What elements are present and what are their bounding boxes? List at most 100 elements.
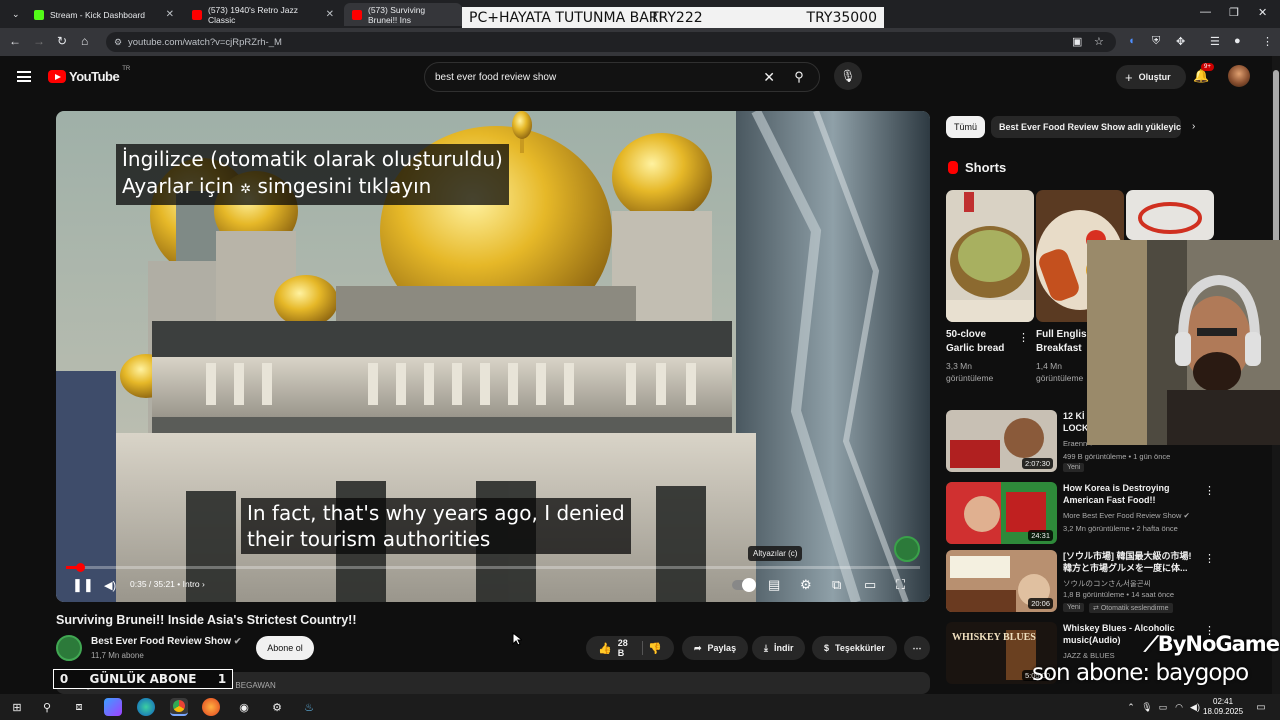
miniplayer-icon[interactable]: ⧉ [832, 577, 841, 593]
steam-icon[interactable]: ♨ [300, 698, 318, 716]
short-more-icon[interactable]: ⋮ [1018, 331, 1029, 344]
reload-icon[interactable]: ↻ [57, 34, 67, 48]
channel-avatar[interactable] [56, 635, 82, 661]
speaker-icon[interactable]: ◀) [1186, 698, 1204, 716]
search-box[interactable]: best ever food review show ✕ ⚲ [424, 62, 820, 92]
url-field[interactable]: ⚙ youtube.com/watch?v=cjRpRZrh-_M [106, 32, 1116, 52]
channel-watermark[interactable] [894, 536, 920, 562]
video-thumbnail[interactable]: 20:06 [946, 550, 1057, 612]
rec-meta: 3,2 Mn görüntüleme • 2 hafta önce [1063, 524, 1178, 533]
autoplay-toggle[interactable] [732, 578, 756, 592]
clear-search-icon[interactable]: ✕ [763, 69, 775, 86]
tab-kick-dashboard[interactable]: Stream - Kick Dashboard ✕ [26, 3, 182, 26]
like-count[interactable]: 28 B [618, 638, 630, 658]
short-title[interactable]: 50-clove Garlic bread [946, 328, 1004, 356]
progress-scrubber[interactable] [76, 563, 85, 572]
media-controls-icon[interactable]: ☰ [1210, 35, 1220, 48]
extensions-puzzle-icon[interactable]: ✥ [1176, 35, 1185, 48]
verified-check-icon: ✔ [1183, 511, 1190, 520]
thumbs-down-icon[interactable]: 👎 [648, 642, 662, 655]
chrome-icon[interactable] [170, 698, 188, 716]
subtitles-icon[interactable]: ▤ [768, 577, 780, 593]
voice-search-mic-icon[interactable]: 🎙 [834, 62, 862, 90]
pause-icon[interactable]: ❚❚ [72, 577, 94, 593]
thumbs-up-icon[interactable]: 👍 [598, 642, 612, 655]
close-window-icon[interactable]: ✕ [1258, 6, 1267, 19]
video-thumbnail[interactable]: 2:07:30 [946, 410, 1057, 472]
short-thumbnail-pizza[interactable] [1126, 190, 1214, 240]
copilot-icon[interactable] [104, 698, 122, 716]
like-dislike-group: 👍 28 B 👎 [586, 636, 674, 660]
theater-mode-icon[interactable]: ▭ [864, 577, 876, 593]
task-view-icon[interactable]: ⧈ [70, 698, 88, 716]
create-button[interactable]: + Oluştur [1116, 65, 1186, 89]
restore-icon[interactable]: ❐ [1229, 6, 1239, 19]
search-input[interactable]: best ever food review show [435, 72, 556, 83]
download-button[interactable]: ⤓ İndir [752, 636, 806, 660]
notification-center-icon[interactable]: ▭ [1252, 698, 1270, 716]
kick-favicon-icon [34, 9, 44, 20]
rec-title[interactable]: How Korea is Destroying American Fast Foo… [1063, 482, 1203, 506]
youtube-logo[interactable]: YouTube TR [48, 66, 130, 84]
close-tab-icon[interactable]: ✕ [166, 9, 174, 20]
account-avatar[interactable] [1228, 65, 1250, 87]
notifications-bell-icon[interactable]: 🔔 9+ [1193, 63, 1214, 84]
subscriber-count: 11,7 Mn abone [91, 651, 144, 660]
tab-list-button[interactable]: ⌄ [4, 3, 22, 26]
chapter-label[interactable]: • Intro [177, 579, 199, 589]
forward-icon[interactable]: → [33, 34, 45, 48]
rec-more-icon[interactable]: ⋮ [1204, 484, 1215, 497]
back-icon[interactable]: ← [9, 34, 21, 48]
progress-bar[interactable] [66, 563, 920, 572]
tab-surviving-brunei[interactable]: (573) Surviving Brunei!! Ins [344, 3, 462, 26]
rec-title[interactable]: [ソウル市場] 韓国最大級の市場! 韓方と市場グルメを一度に体... [1063, 550, 1203, 574]
recommended-video[interactable]: 20:06 [ソウル市場] 韓国最大級の市場! 韓方と市場グルメを一度に体... … [946, 550, 1266, 613]
last-subscriber-overlay: son abone: baygopo [1032, 660, 1249, 686]
firefox-icon[interactable] [202, 698, 220, 716]
fullscreen-icon[interactable]: ⛶ [896, 577, 905, 593]
thanks-button[interactable]: $ Teşekkürler [812, 636, 897, 660]
video-title: Surviving Brunei!! Inside Asia's Stricte… [56, 613, 357, 627]
system-clock[interactable]: 02:41 18.09.2025 [1203, 697, 1243, 717]
short-title[interactable]: Full Englis Breakfast [1036, 328, 1087, 356]
short-thumbnail-garlic-bread[interactable] [946, 190, 1034, 322]
rec-channel[interactable]: More Best Ever Food Review Show ✔ [1063, 510, 1190, 521]
chip-channel-uploads[interactable]: Best Ever Food Review Show adlı yükleyic… [991, 116, 1181, 138]
settings-icon[interactable]: ⚙ [800, 577, 812, 593]
close-tab-icon[interactable]: ✕ [326, 9, 334, 20]
home-icon[interactable]: ⌂ [81, 34, 88, 48]
search-icon[interactable]: ⚲ [779, 63, 819, 91]
thumb-text: WHISKEY BLUES [952, 632, 1036, 643]
edge-icon[interactable] [137, 698, 155, 716]
search-taskbar-icon[interactable]: ⚲ [38, 698, 56, 716]
menu-hamburger-icon[interactable] [17, 71, 31, 82]
minimize-icon[interactable]: — [1200, 6, 1211, 18]
rec-meta: 499 B görüntüleme • 1 gün önce [1063, 452, 1171, 461]
video-thumbnail[interactable]: 24:31 [946, 482, 1057, 544]
tab-retro-jazz[interactable]: (573) 1940's Retro Jazz Classic ✕ [184, 3, 342, 26]
obs-icon[interactable]: ◉ [235, 698, 253, 716]
rec-channel[interactable]: ソウルのコンさん서울곤씨 [1063, 578, 1151, 589]
extension-audio-icon[interactable]: ◖ [1128, 35, 1135, 47]
browser-menu-icon[interactable]: ⋮ [1262, 35, 1273, 48]
share-button[interactable]: ➦ Paylaş [682, 636, 749, 660]
chips-next-chevron-icon[interactable]: › [1192, 121, 1195, 132]
volume-icon[interactable]: ◀) [104, 579, 116, 592]
site-info-icon[interactable]: ⚙ [114, 37, 122, 48]
shield-extension-icon[interactable]: ⛨ [1152, 35, 1160, 48]
chip-all[interactable]: Tümü [946, 116, 986, 138]
rec-more-icon[interactable]: ⋮ [1204, 552, 1215, 565]
channel-name[interactable]: Best Ever Food Review Show ✔ [91, 636, 241, 647]
bookmark-star-icon[interactable]: ☆ [1094, 35, 1104, 48]
subscribe-button[interactable]: Abone ol [256, 636, 314, 660]
chapter-chevron-icon[interactable]: › [202, 579, 205, 589]
recommended-video[interactable]: 24:31 How Korea is Destroying American Fa… [946, 482, 1266, 544]
app-icon[interactable]: ⚙ [268, 698, 286, 716]
shorts-logo-icon [948, 161, 958, 174]
more-actions-button[interactable]: ⋯ [904, 636, 930, 660]
profile-icon[interactable]: ● [1234, 35, 1241, 47]
youtube-favicon-icon [192, 9, 202, 20]
cast-icon[interactable]: ▣ [1072, 35, 1082, 48]
video-player[interactable]: İngilizce (otomatik olarak oluşturuldu) … [56, 111, 930, 602]
windows-start-icon[interactable]: ⊞ [8, 698, 26, 716]
